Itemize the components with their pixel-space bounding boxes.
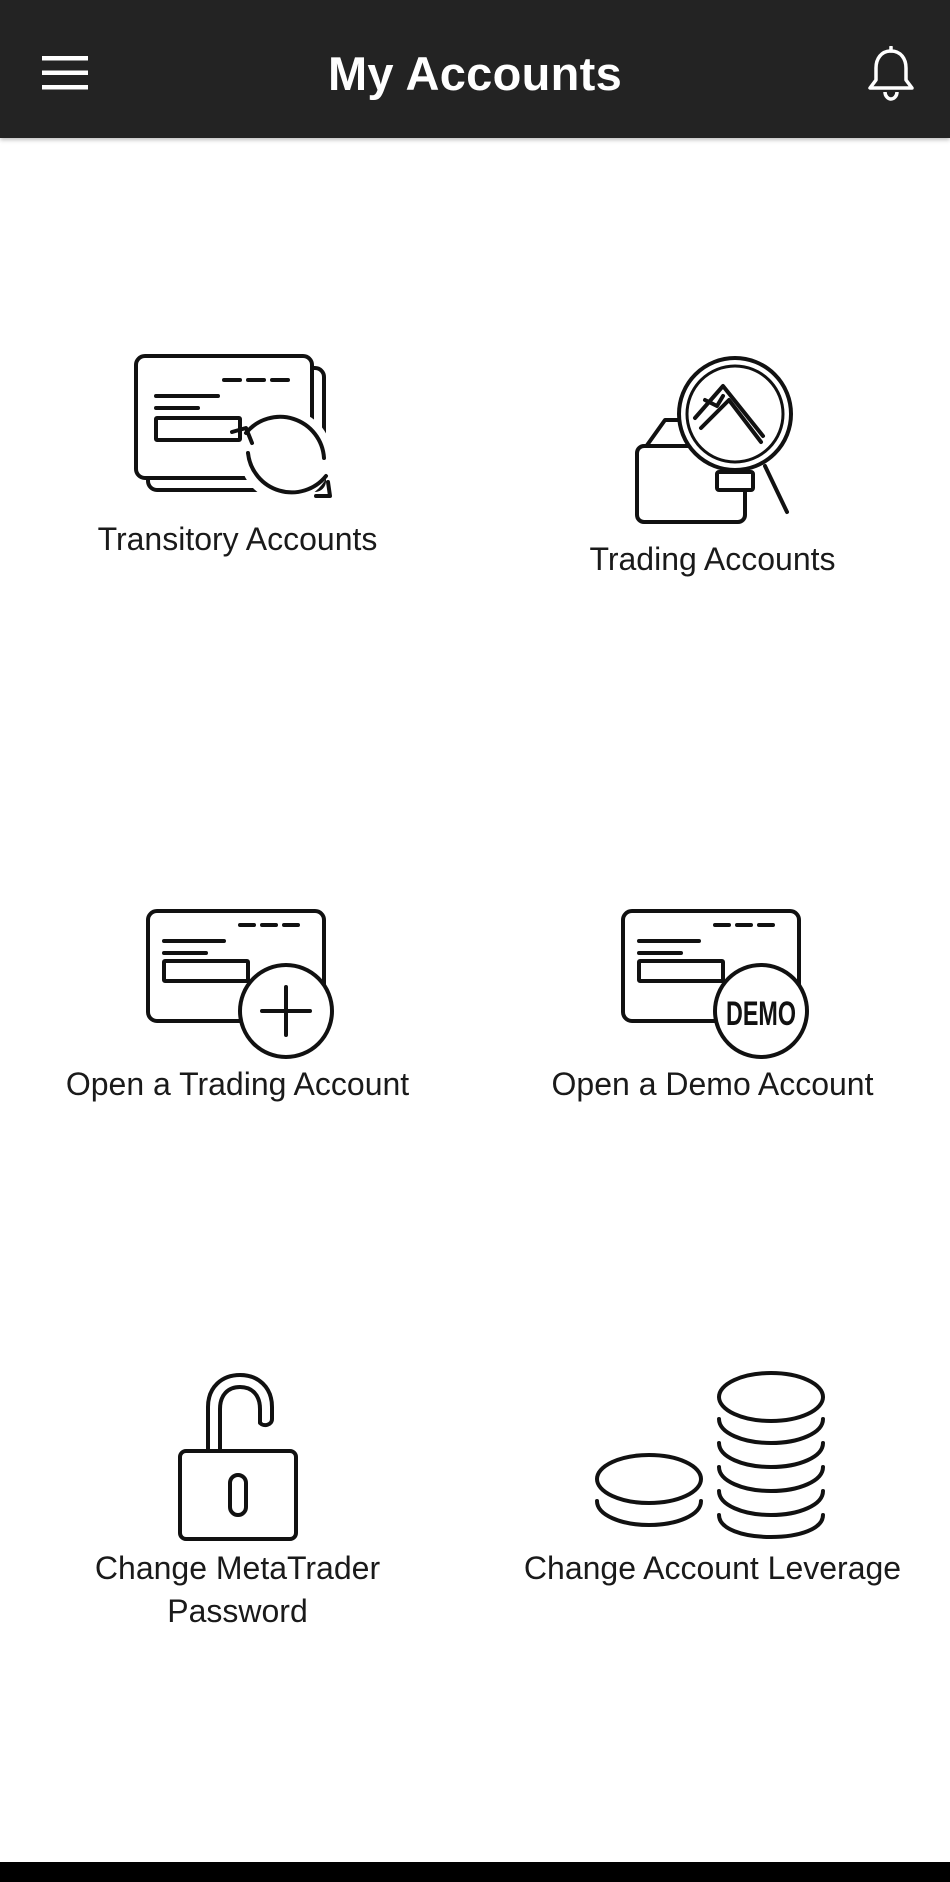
bell-icon	[868, 46, 914, 101]
top-app-bar: My Accounts	[0, 0, 950, 138]
hamburger-menu-icon	[42, 56, 88, 90]
tile-label: Open a Trading Account	[65, 1066, 410, 1102]
unlocked-padlock-icon	[177, 1373, 298, 1541]
change-account-leverage-tile[interactable]: Change Account Leverage	[475, 1371, 950, 1590]
trading-accounts-tile[interactable]: Trading Accounts	[475, 348, 950, 581]
bottom-system-bar	[0, 1862, 950, 1882]
demo-badge-text: DEMO	[726, 995, 796, 1033]
cards-exchange-icon	[133, 354, 332, 502]
card-plus-icon	[145, 909, 334, 1059]
page-title: My Accounts	[327, 47, 623, 100]
tile-label: Change Account Leverage	[523, 1550, 902, 1586]
app-screen: My Accounts Transitory Accounts Trading …	[0, 0, 950, 1882]
card-demo-icon: DEMO	[620, 909, 809, 1059]
menu-button[interactable]	[30, 38, 100, 108]
tile-label: Open a Demo Account	[551, 1066, 874, 1102]
transitory-accounts-tile[interactable]: Transitory Accounts	[0, 348, 475, 561]
tile-label: Transitory Accounts	[97, 521, 378, 557]
tile-label: Trading Accounts	[589, 541, 836, 577]
tile-label: Change MetaTrader Password	[94, 1550, 381, 1629]
change-metatrader-password-tile[interactable]: Change MetaTrader Password	[0, 1371, 475, 1633]
wallet-search-icon	[634, 356, 793, 524]
notifications-button[interactable]	[856, 36, 926, 112]
coin-stacks-icon	[594, 1371, 825, 1540]
open-demo-account-tile[interactable]: DEMO Open a Demo Account	[475, 903, 950, 1106]
open-trading-account-tile[interactable]: Open a Trading Account	[0, 903, 475, 1106]
